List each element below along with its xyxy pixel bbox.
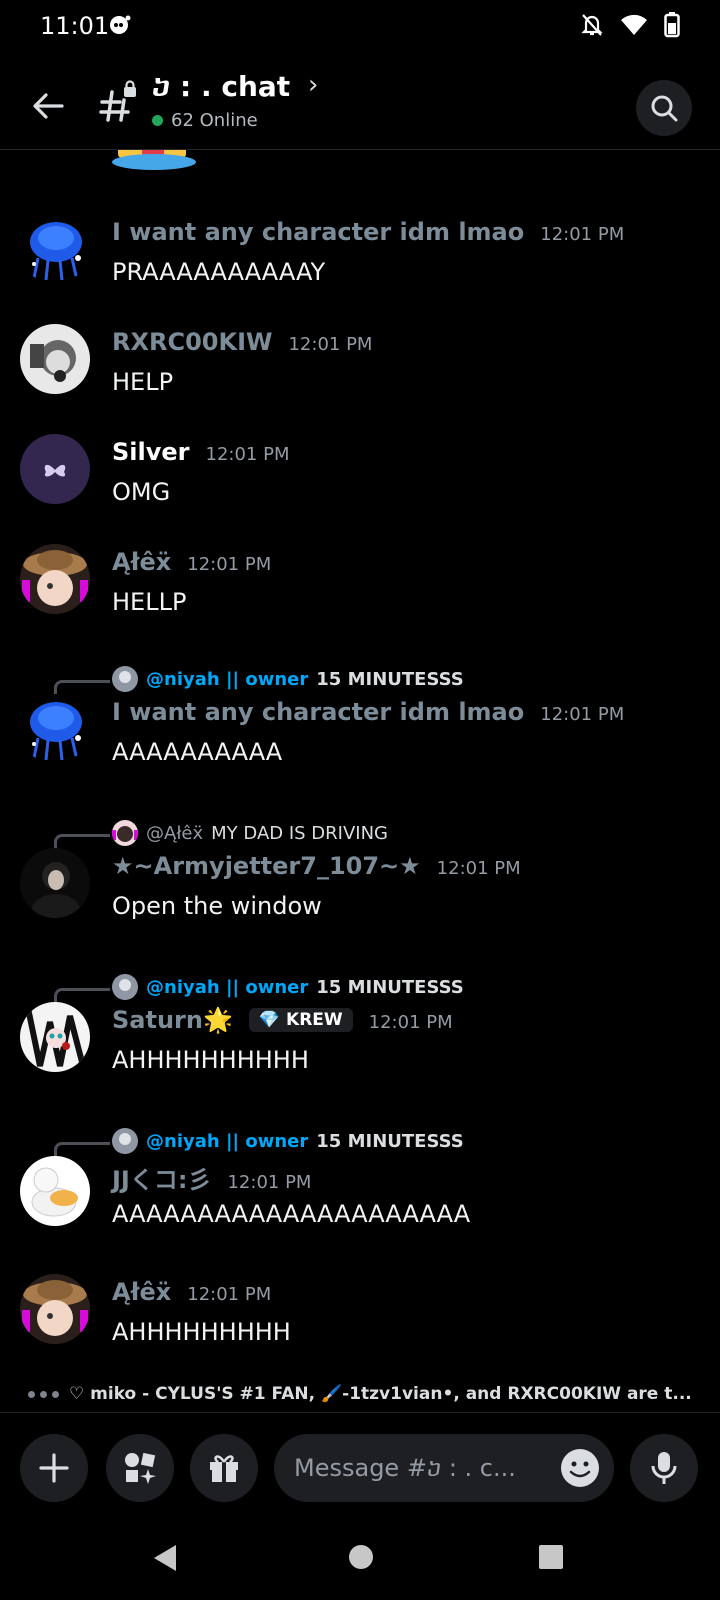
typing-text: ♡ miko - CYLUS'S #1 FAN, 🖌️-1tzv1vian•, … xyxy=(69,1384,692,1404)
online-status-dot xyxy=(152,115,163,126)
message-text: HELLP xyxy=(112,588,187,616)
reply-preview[interactable]: @niyah || owner 15 MINUTESSS xyxy=(112,1128,464,1154)
battery-icon xyxy=(664,12,680,42)
message-author[interactable]: Ąłêẍ xyxy=(112,1278,171,1306)
message-text: Open the window xyxy=(112,892,322,920)
heart-icon: ♡ xyxy=(69,1384,85,1404)
avatar[interactable] xyxy=(20,214,90,284)
reply-mention[interactable]: @niyah || owner xyxy=(146,977,308,998)
chat-notification-icon xyxy=(108,14,132,38)
reply-preview[interactable]: @Ąłêẍ MY DAD IS DRIVING xyxy=(112,820,388,846)
message-author[interactable]: Silver xyxy=(112,438,190,466)
reply-mention[interactable]: @niyah || owner xyxy=(146,1131,308,1152)
nav-back-icon[interactable] xyxy=(150,1542,182,1578)
avatar[interactable] xyxy=(20,848,90,918)
gift-button[interactable] xyxy=(190,1434,258,1502)
locked-channel-icon xyxy=(98,80,142,124)
status-bar: 11:01 xyxy=(0,0,720,56)
message-author[interactable]: JJくコ:彡 xyxy=(112,1160,211,1195)
reply-preview[interactable]: @niyah || owner 15 MINUTESSS xyxy=(112,974,464,1000)
nav-recents-icon[interactable] xyxy=(536,1542,566,1576)
channel-title[interactable]: ⴢ : . chat xyxy=(152,70,290,103)
reply-text: 15 MINUTESSS xyxy=(316,668,464,690)
avatar[interactable] xyxy=(20,1274,90,1344)
search-button[interactable] xyxy=(636,80,692,136)
avatar[interactable] xyxy=(20,544,90,614)
emoji-sticker-partial xyxy=(112,150,196,172)
reply-avatar xyxy=(112,974,138,1000)
reply-preview[interactable]: @niyah || owner 15 MINUTESSS xyxy=(112,666,464,692)
apps-button[interactable] xyxy=(106,1434,174,1502)
message-list[interactable]: I want any character idm lmao 12:01 PM P… xyxy=(0,150,720,1375)
message-timestamp: 12:01 PM xyxy=(288,334,373,355)
gem-icon: 💎 xyxy=(258,1010,281,1030)
message-timestamp: 12:01 PM xyxy=(436,858,521,879)
reply-text: 15 MINUTESSS xyxy=(316,976,464,998)
system-nav-bar xyxy=(0,1520,720,1600)
reply-avatar xyxy=(112,1128,138,1154)
role-badge[interactable]: 💎 KREW xyxy=(248,1008,353,1032)
message-text: OMG xyxy=(112,478,171,506)
reply-mention[interactable]: @niyah || owner xyxy=(146,669,308,690)
avatar[interactable] xyxy=(20,694,90,764)
message-text: PRAAAAAAAAAAY xyxy=(112,258,326,286)
avatar[interactable] xyxy=(20,434,90,504)
message-input-placeholder: Message #ⴢ : . c... xyxy=(294,1454,516,1482)
avatar[interactable] xyxy=(20,324,90,394)
paintbrush-icon: 🖌️ xyxy=(320,1384,343,1404)
chevron-right-icon[interactable]: › xyxy=(308,70,318,100)
message-header: Saturn🌟 💎 KREW 12:01 PM xyxy=(112,1006,453,1034)
message-timestamp: 12:01 PM xyxy=(540,224,625,245)
message-timestamp: 12:01 PM xyxy=(540,704,625,725)
reply-avatar xyxy=(112,666,138,692)
wifi-icon xyxy=(620,13,648,41)
dnd-bell-icon xyxy=(580,12,604,42)
back-button[interactable] xyxy=(28,86,68,126)
typing-dots xyxy=(28,1390,59,1398)
add-attachment-button[interactable] xyxy=(20,1434,88,1502)
message-author[interactable]: RXRC00KIW xyxy=(112,328,272,356)
message-author[interactable]: Ąłêẍ xyxy=(112,548,171,576)
message-text: AAAAAAAAAA xyxy=(112,738,283,766)
message-timestamp: 12:01 PM xyxy=(187,1284,272,1305)
role-badge-label: KREW xyxy=(286,1010,343,1030)
message-header: ★~Armyjetter7_107~★ 12:01 PM xyxy=(112,852,521,880)
message-text: AHHHHHHHHHH xyxy=(112,1046,309,1074)
reply-avatar xyxy=(112,820,138,846)
message-header: JJくコ:彡 12:01 PM xyxy=(112,1160,311,1195)
message-header: RXRC00KIW 12:01 PM xyxy=(112,328,372,356)
message-text: AHHHHHHHHH xyxy=(112,1318,291,1346)
message-timestamp: 12:01 PM xyxy=(227,1172,312,1193)
reply-text: MY DAD IS DRIVING xyxy=(211,822,389,844)
message-header: Silver 12:01 PM xyxy=(112,438,289,466)
message-composer: Message #ⴢ : . c... xyxy=(0,1412,720,1520)
message-header: Ąłêẍ 12:01 PM xyxy=(112,548,271,576)
message-header: Ąłêẍ 12:01 PM xyxy=(112,1278,271,1306)
avatar[interactable] xyxy=(20,1002,90,1072)
channel-header: ⴢ : . chat › 62 Online xyxy=(0,56,720,150)
voice-message-button[interactable] xyxy=(630,1434,698,1502)
message-author[interactable]: ★~Armyjetter7_107~★ xyxy=(112,852,421,880)
message-timestamp: 12:01 PM xyxy=(205,444,290,465)
message-timestamp: 12:01 PM xyxy=(368,1012,453,1033)
message-header: I want any character idm lmao 12:01 PM xyxy=(112,698,624,726)
avatar[interactable] xyxy=(20,1156,90,1226)
message-text: AAAAAAAAAAAAAAAAAAAAA xyxy=(112,1200,471,1228)
message-author[interactable]: I want any character idm lmao xyxy=(112,218,524,246)
status-icons xyxy=(580,12,680,42)
message-text: HELP xyxy=(112,368,174,396)
message-header: I want any character idm lmao 12:01 PM xyxy=(112,218,624,246)
typing-indicator: ♡ miko - CYLUS'S #1 FAN, 🖌️-1tzv1vian•, … xyxy=(28,1384,692,1404)
reply-mention[interactable]: @Ąłêẍ xyxy=(146,823,203,844)
message-timestamp: 12:01 PM xyxy=(187,554,272,575)
message-author[interactable]: Saturn🌟 xyxy=(112,1006,233,1034)
status-time: 11:01 xyxy=(40,12,110,40)
online-count: 62 Online xyxy=(152,110,258,131)
reply-text: 15 MINUTESSS xyxy=(316,1130,464,1152)
message-author[interactable]: I want any character idm lmao xyxy=(112,698,524,726)
emoji-button[interactable] xyxy=(560,1448,600,1488)
message-input[interactable]: Message #ⴢ : . c... xyxy=(274,1434,614,1502)
online-count-text: 62 Online xyxy=(171,110,258,131)
nav-home-icon[interactable] xyxy=(346,1542,376,1576)
